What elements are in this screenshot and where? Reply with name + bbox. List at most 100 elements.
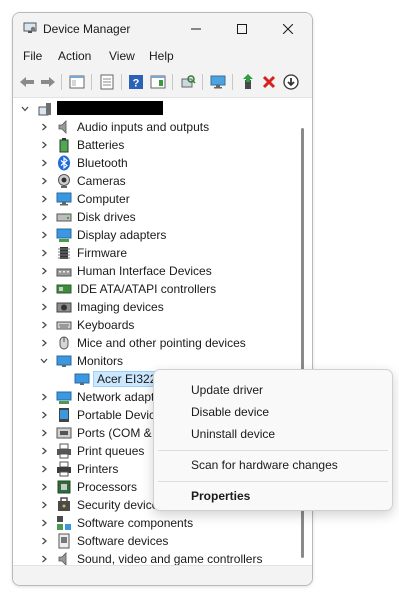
- menu-file[interactable]: File: [23, 49, 42, 63]
- close-icon: [283, 24, 293, 34]
- chevron-right-icon[interactable]: [40, 519, 48, 527]
- chevron-right-icon[interactable]: [40, 195, 48, 203]
- chevron-right-icon[interactable]: [40, 537, 48, 545]
- menu-item-scan-hardware[interactable]: Scan for hardware changes: [154, 454, 392, 476]
- chevron-right-icon[interactable]: [40, 159, 48, 167]
- tree-item-label: Firmware: [77, 246, 127, 260]
- chevron-right-icon[interactable]: [40, 483, 48, 491]
- tree-item-label: Computer: [77, 192, 130, 206]
- chevron-down-icon[interactable]: [40, 357, 48, 365]
- imaging-device-icon: [56, 302, 72, 313]
- disk-drive-icon: [56, 213, 72, 222]
- help-icon[interactable]: ?: [127, 73, 145, 91]
- chevron-right-icon[interactable]: [40, 501, 48, 509]
- security-device-icon: [58, 497, 70, 511]
- tree-item-label: Sound, video and game controllers: [77, 552, 263, 566]
- computer-monitor-icon[interactable]: [209, 73, 227, 91]
- minimize-button[interactable]: [173, 13, 219, 45]
- chevron-right-icon[interactable]: [40, 177, 48, 185]
- monitor-icon: [56, 355, 72, 367]
- chevron-right-icon[interactable]: [40, 447, 48, 455]
- maximize-button[interactable]: [219, 13, 265, 45]
- close-button[interactable]: [265, 13, 311, 45]
- chevron-right-icon[interactable]: [40, 231, 48, 239]
- chevron-right-icon[interactable]: [40, 123, 48, 131]
- tree-item-mice[interactable]: Mice and other pointing devices: [13, 334, 293, 352]
- menu-action[interactable]: Action: [58, 49, 91, 63]
- chevron-right-icon[interactable]: [40, 249, 48, 257]
- toolbar-separator: [121, 74, 122, 90]
- show-hide-console-tree-icon[interactable]: [68, 73, 86, 91]
- toolbar-separator: [232, 74, 233, 90]
- chevron-right-icon[interactable]: [40, 321, 48, 329]
- uninstall-device-icon[interactable]: [260, 73, 278, 91]
- tree-item-label: Batteries: [77, 138, 125, 152]
- chevron-right-icon[interactable]: [40, 555, 48, 563]
- tree-item-keyboards[interactable]: Keyboards: [13, 316, 293, 334]
- tree-item-disk-drives[interactable]: Disk drives: [13, 208, 293, 226]
- tree-item-sound[interactable]: Sound, video and game controllers: [13, 550, 293, 566]
- tree-item-software-devices[interactable]: Software devices: [13, 532, 293, 550]
- speaker-icon: [58, 120, 67, 134]
- firmware-icon: [58, 247, 70, 259]
- chevron-right-icon[interactable]: [40, 429, 48, 437]
- tree-item-label: Software devices: [77, 534, 169, 548]
- chevron-right-icon[interactable]: [40, 303, 48, 311]
- maximize-icon: [237, 24, 247, 34]
- tree-item-ide[interactable]: IDE ATA/ATAPI controllers: [13, 280, 293, 298]
- tree-item-label: Human Interface Devices: [77, 264, 212, 278]
- toolbar-separator: [202, 74, 203, 90]
- software-component-icon: [57, 516, 71, 530]
- tree-item-audio[interactable]: Audio inputs and outputs: [13, 118, 293, 136]
- chevron-down-icon[interactable]: [21, 105, 29, 113]
- menu-item-uninstall-device[interactable]: Uninstall device: [154, 423, 392, 445]
- tree-item-label: Software components: [77, 516, 194, 530]
- tree-item-monitors[interactable]: Monitors: [13, 352, 293, 370]
- properties-icon[interactable]: [98, 73, 116, 91]
- computer-icon: [56, 192, 72, 206]
- portable-device-icon: [59, 408, 69, 422]
- update-driver-icon[interactable]: [239, 73, 257, 91]
- tree-item-label: Cameras: [77, 174, 126, 188]
- tree-item-label: Monitors: [77, 354, 124, 368]
- chevron-right-icon[interactable]: [40, 141, 48, 149]
- chevron-right-icon[interactable]: [40, 339, 48, 347]
- tree-item-batteries[interactable]: Batteries: [13, 136, 293, 154]
- scan-hardware-icon[interactable]: [179, 73, 197, 91]
- back-icon[interactable]: [18, 73, 36, 91]
- tree-root[interactable]: [13, 100, 293, 118]
- toolbar-separator: [61, 74, 62, 90]
- tree-item-cameras[interactable]: Cameras: [13, 172, 293, 190]
- battery-icon: [59, 138, 69, 153]
- tree-item-label: Processors: [77, 480, 138, 494]
- tree-item-computer[interactable]: Computer: [13, 190, 293, 208]
- printer-icon: [57, 461, 71, 477]
- chevron-right-icon[interactable]: [40, 411, 48, 419]
- menu-item-label: Update driver: [191, 383, 264, 397]
- action-pane-icon[interactable]: [149, 73, 167, 91]
- chevron-right-icon[interactable]: [40, 393, 48, 401]
- disable-device-icon[interactable]: [282, 73, 300, 91]
- device-manager-app-icon: [23, 22, 37, 33]
- software-device-icon: [58, 533, 70, 549]
- tree-item-hid[interactable]: Human Interface Devices: [13, 262, 293, 280]
- tree-item-display-adapters[interactable]: Display adapters: [13, 226, 293, 244]
- tree-item-label: Display adapters: [77, 228, 167, 242]
- menu-item-update-driver[interactable]: Update driver: [154, 379, 392, 401]
- menu-item-disable-device[interactable]: Disable device: [154, 401, 392, 423]
- tree-item-firmware[interactable]: Firmware: [13, 244, 293, 262]
- print-queue-icon: [57, 443, 71, 459]
- ide-controller-icon: [56, 284, 72, 294]
- forward-icon[interactable]: [39, 73, 57, 91]
- chevron-right-icon[interactable]: [40, 213, 48, 221]
- menu-item-properties[interactable]: Properties: [154, 485, 392, 507]
- menu-help[interactable]: Help: [149, 49, 174, 63]
- toolbar-separator: [172, 74, 173, 90]
- tree-item-bluetooth[interactable]: Bluetooth: [13, 154, 293, 172]
- tree-item-imaging[interactable]: Imaging devices: [13, 298, 293, 316]
- menu-view[interactable]: View: [109, 49, 135, 63]
- chevron-right-icon[interactable]: [40, 285, 48, 293]
- chevron-right-icon[interactable]: [40, 465, 48, 473]
- tree-item-software-components[interactable]: Software components: [13, 514, 293, 532]
- chevron-right-icon[interactable]: [40, 267, 48, 275]
